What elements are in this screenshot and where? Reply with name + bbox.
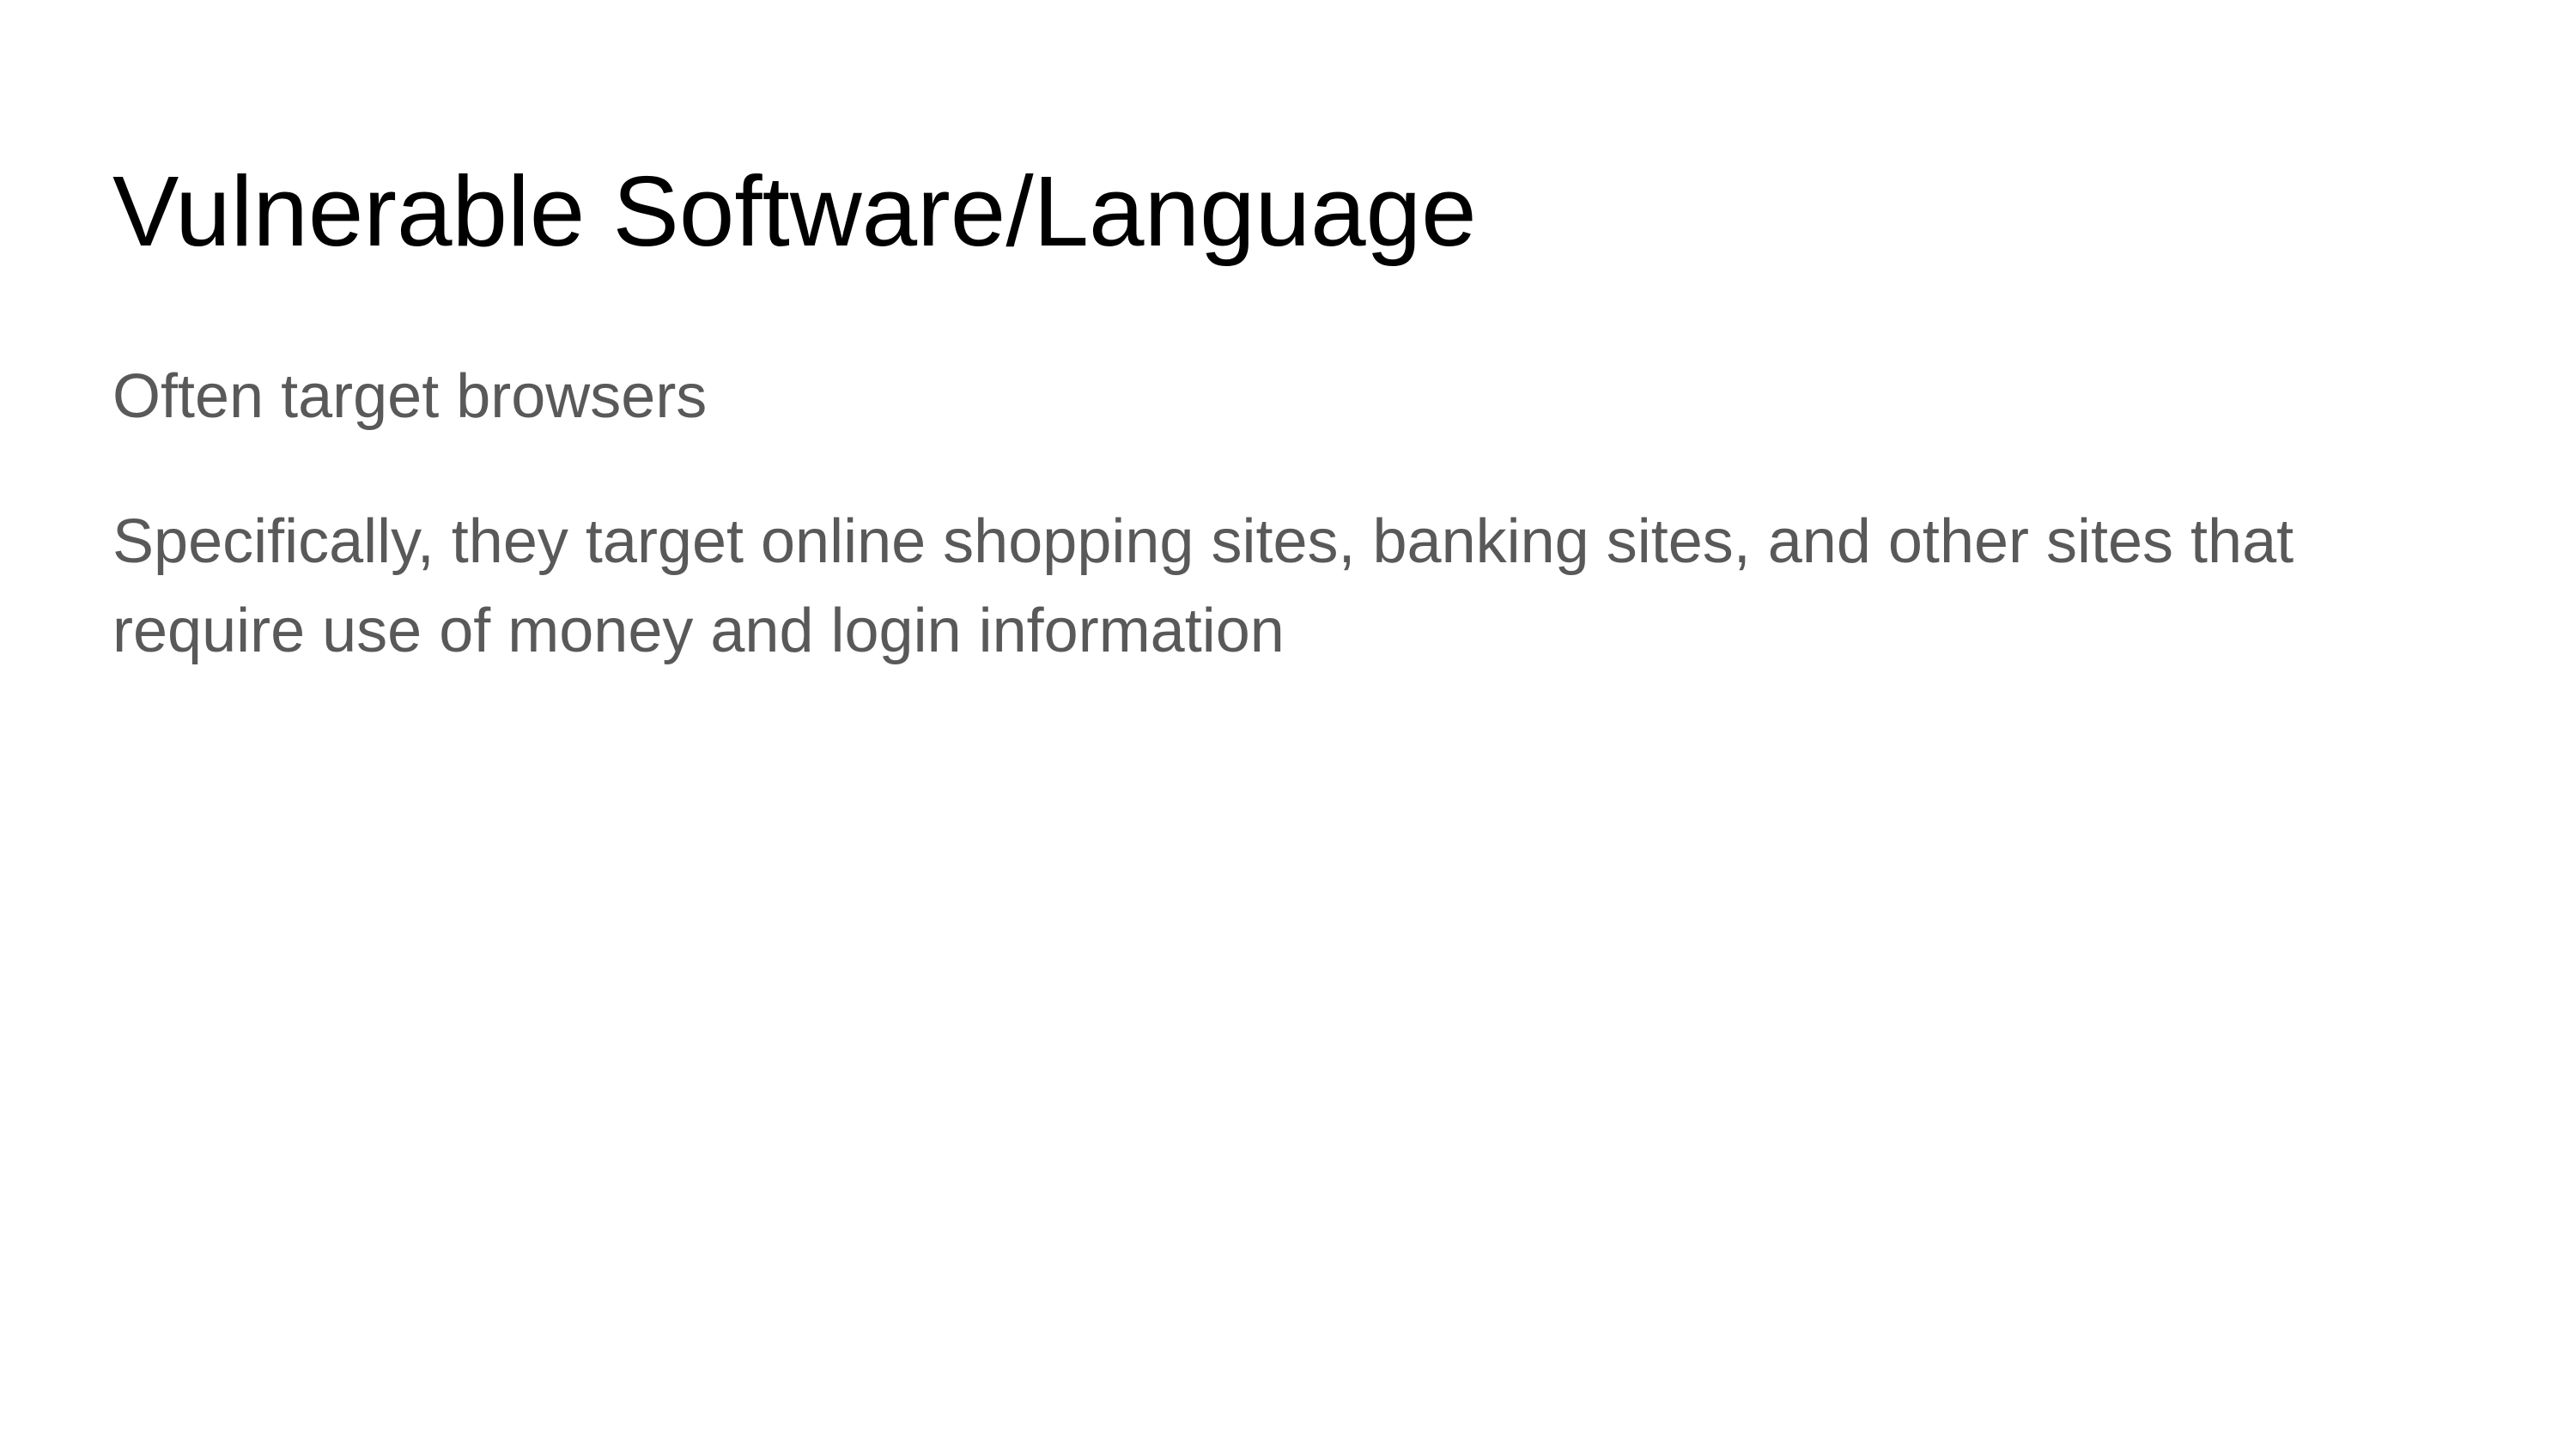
- presentation-slide: Vulnerable Software/Language Often targe…: [0, 0, 2576, 1449]
- slide-title: Vulnerable Software/Language: [112, 155, 1477, 267]
- body-paragraph-targets: Often target browsers: [112, 362, 708, 431]
- slide-body: Often target browsers Specifically, they…: [112, 352, 2464, 731]
- body-paragraph-details: Specifically, they target online shoppin…: [112, 507, 2294, 665]
